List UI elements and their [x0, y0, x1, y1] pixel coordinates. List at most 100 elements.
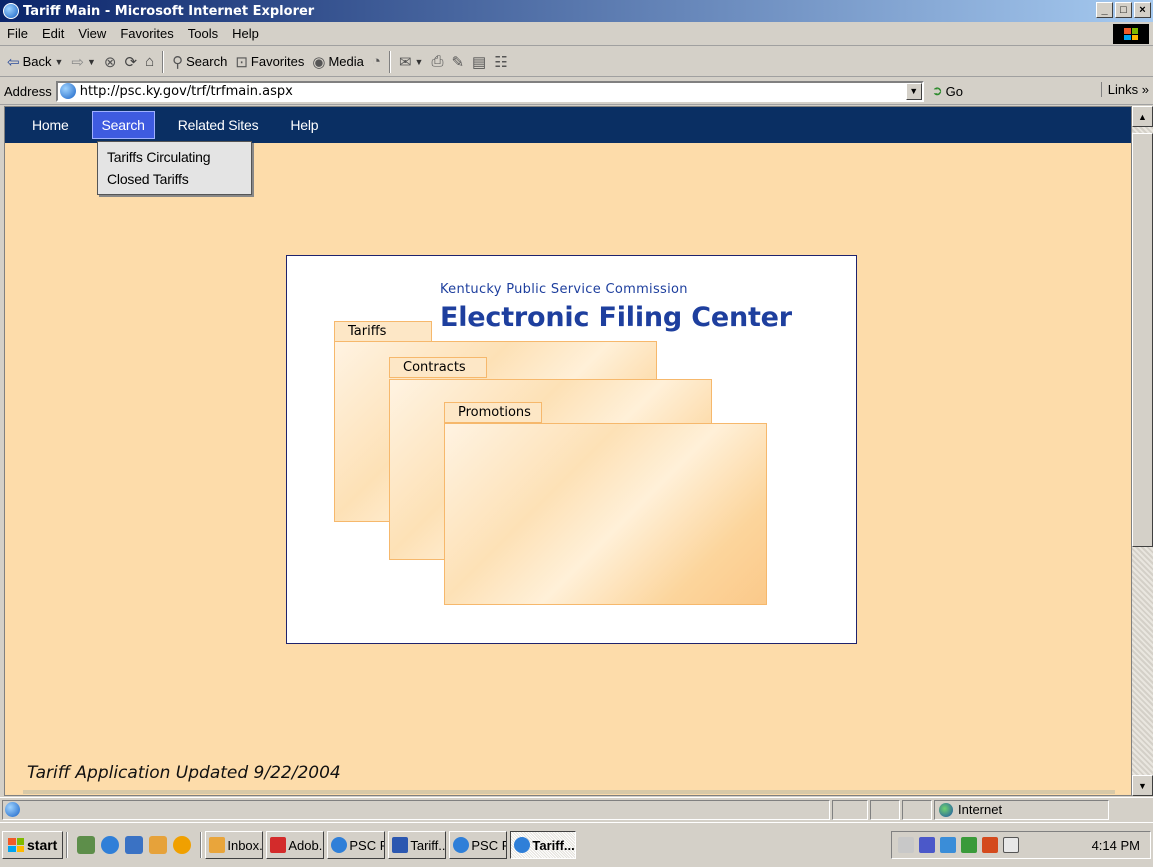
scrollbar-thumb[interactable] — [1132, 133, 1153, 547]
search-button[interactable]: ⚲ Search — [169, 50, 230, 74]
task-psc-2[interactable]: PSC P... — [449, 831, 508, 859]
scroll-down-icon[interactable]: ▼ — [1132, 775, 1153, 796]
nav-related-sites[interactable]: Related Sites — [169, 112, 268, 138]
task-psc-1[interactable]: PSC P... — [327, 831, 386, 859]
refresh-button[interactable]: ⟳ — [121, 50, 140, 74]
network-icon[interactable] — [940, 837, 956, 853]
scroll-up-icon[interactable]: ▲ — [1132, 106, 1153, 127]
search-dropdown-menu: Tariffs Circulating Closed Tariffs — [97, 141, 252, 195]
back-button[interactable]: ⇦ Back ▼ — [4, 50, 66, 74]
discuss-button[interactable]: ▤ — [469, 50, 489, 74]
vertical-scrollbar[interactable]: ▲ ▼ — [1132, 106, 1153, 796]
messenger-button[interactable]: ☷ — [491, 50, 510, 74]
ie-icon — [453, 837, 470, 853]
links-button[interactable]: Links » — [1100, 82, 1149, 97]
banner-org-name: Kentucky Public Service Commission — [440, 282, 688, 297]
stop-button[interactable]: ⊗ — [101, 50, 120, 74]
start-button[interactable]: start — [2, 831, 64, 859]
mail-button[interactable]: ✉ ▼ — [396, 50, 427, 74]
volume-icon[interactable] — [898, 837, 914, 853]
updated-note: Tariff Application Updated 9/22/2004 — [27, 763, 341, 783]
clock[interactable]: 4:14 PM — [1092, 838, 1140, 853]
security-zone: Internet — [934, 799, 1109, 820]
menu-view[interactable]: View — [71, 26, 113, 41]
forward-button[interactable]: ⇨ ▼ — [68, 50, 99, 74]
toolbar-separator — [388, 50, 391, 73]
standard-toolbar: ⇦ Back ▼ ⇨ ▼ ⊗ ⟳ ⌂ ⚲ Search ⊡ Favorites … — [0, 47, 1153, 77]
task-tariff-ie[interactable]: Tariff... — [510, 831, 577, 859]
back-arrow-icon: ⇦ — [7, 53, 20, 71]
page-icon — [59, 83, 76, 99]
start-label: start — [27, 837, 58, 853]
status-cell — [832, 799, 868, 820]
acrobat-icon — [270, 837, 287, 853]
task-label: Tariff... — [410, 837, 447, 853]
ie-icon — [514, 837, 531, 853]
menu-favorites[interactable]: Favorites — [113, 26, 180, 41]
dropdown-item-closed-tariffs[interactable]: Closed Tariffs — [98, 168, 251, 190]
close-button[interactable]: × — [1134, 2, 1151, 18]
task-tariff-word[interactable]: Tariff... — [388, 831, 447, 859]
menu-file[interactable]: File — [0, 26, 35, 41]
edit-button[interactable]: ✎ — [448, 50, 467, 74]
back-label: Back — [22, 54, 52, 69]
address-input[interactable]: http://psc.ky.gov/trf/trfmain.aspx ▼ — [55, 80, 924, 102]
antivirus-icon[interactable] — [919, 837, 935, 853]
chevron-down-icon[interactable]: ▼ — [905, 82, 922, 100]
favorites-button[interactable]: ⊡ Favorites — [232, 50, 307, 74]
minimize-button[interactable]: _ — [1096, 2, 1113, 18]
outlook-quicklaunch-icon[interactable] — [125, 836, 144, 854]
menu-tools[interactable]: Tools — [181, 26, 225, 41]
menu-help[interactable]: Help — [225, 26, 266, 41]
task-adobe[interactable]: Adob... — [266, 831, 325, 859]
nav-home[interactable]: Home — [23, 112, 78, 138]
messenger-icon: ☷ — [494, 53, 508, 71]
zone-label: Internet — [958, 802, 1003, 817]
footer-divider — [23, 790, 1115, 794]
chevron-down-icon[interactable]: ▼ — [54, 57, 63, 67]
system-tray: 4:14 PM — [891, 831, 1151, 859]
go-button[interactable]: ➲ Go — [932, 83, 963, 99]
dropdown-item-tariffs-circulating[interactable]: Tariffs Circulating — [98, 146, 251, 168]
word-icon — [392, 837, 409, 853]
search-icon: ⚲ — [172, 53, 184, 71]
ie-icon[interactable] — [3, 3, 19, 19]
print-button[interactable]: ⎙ — [428, 50, 446, 74]
search-label: Search — [186, 54, 228, 69]
page-viewport: Home Search Related Sites Help Tariffs C… — [4, 106, 1132, 796]
nav-search[interactable]: Search — [91, 111, 155, 139]
favorites-icon: ⊡ — [235, 53, 248, 71]
task-list: Inbox... Adob... PSC P... Tariff... PSC … — [205, 831, 577, 859]
window-title: Tariff Main - Microsoft Internet Explore… — [23, 3, 315, 19]
mail-notify-icon[interactable] — [1003, 837, 1019, 853]
maximize-button[interactable]: □ — [1115, 2, 1132, 18]
quick-launch — [71, 836, 197, 854]
stop-icon: ⊗ — [103, 53, 117, 71]
sync-icon[interactable] — [961, 837, 977, 853]
discuss-icon: ▤ — [472, 53, 487, 71]
java-icon[interactable] — [982, 837, 998, 853]
address-url[interactable]: http://psc.ky.gov/trf/trfmain.aspx — [80, 84, 293, 99]
task-inbox[interactable]: Inbox... — [205, 831, 264, 859]
home-button[interactable]: ⌂ — [142, 50, 157, 74]
show-desktop-icon[interactable] — [77, 836, 96, 854]
chevron-down-icon[interactable]: ▼ — [87, 57, 96, 67]
calendar-quicklaunch-icon[interactable] — [149, 836, 168, 854]
status-text-area — [2, 799, 830, 820]
nav-help[interactable]: Help — [281, 112, 327, 138]
media-player-quicklaunch-icon[interactable] — [173, 836, 192, 854]
forward-arrow-icon: ⇨ — [71, 53, 84, 71]
banner-panel: Kentucky Public Service Commission Elect… — [286, 255, 857, 644]
address-bar: Address http://psc.ky.gov/trf/trfmain.as… — [0, 78, 1153, 105]
window-title-bar: Tariff Main - Microsoft Internet Explore… — [0, 0, 1153, 22]
chevron-down-icon[interactable]: ▼ — [415, 57, 424, 67]
ie-quicklaunch-icon[interactable] — [101, 836, 120, 854]
outlook-icon — [209, 837, 226, 853]
history-button[interactable]: ◔ — [369, 50, 384, 74]
task-label: PSC P... — [349, 837, 384, 853]
windows-logo-icon — [1113, 24, 1149, 44]
menu-bar: File Edit View Favorites Tools Help — [0, 22, 1153, 46]
menu-edit[interactable]: Edit — [35, 26, 71, 41]
windows-flag-icon — [8, 838, 24, 852]
media-button[interactable]: ◉ Media — [309, 50, 367, 74]
